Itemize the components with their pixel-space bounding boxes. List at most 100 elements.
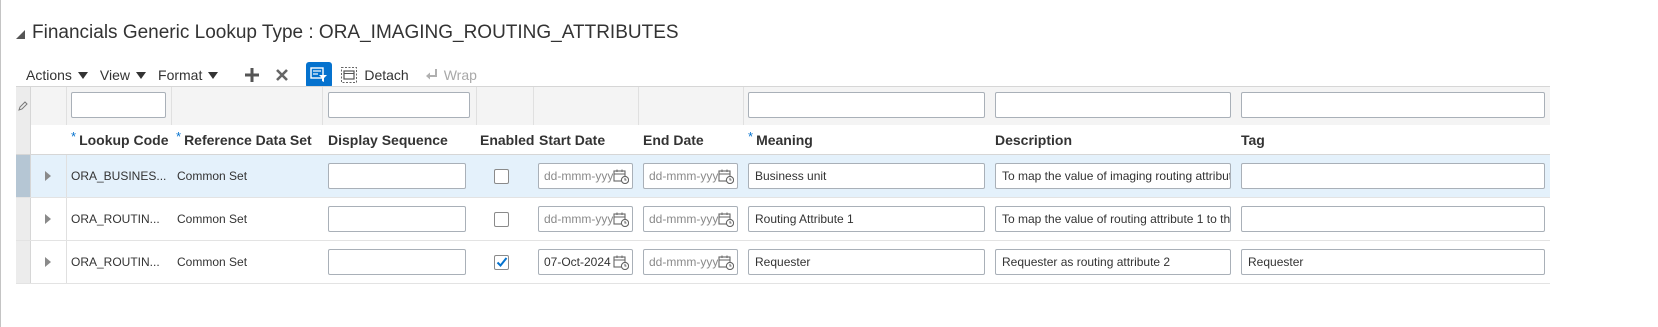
tag-input[interactable]: Requester [1241, 249, 1545, 275]
display-sequence-input[interactable] [328, 163, 466, 189]
detach-label: Detach [364, 67, 409, 83]
table-row[interactable]: ORA_ROUTIN... Common Set 07-Oct-2024 dd-… [16, 241, 1550, 284]
meaning-input[interactable]: Business unit [748, 163, 985, 189]
row-gutter [16, 155, 31, 197]
enabled-checkbox[interactable] [494, 255, 509, 270]
start-date-value: dd-mmm-yyyy [544, 212, 613, 226]
column-header-end-date[interactable]: End Date [643, 125, 704, 154]
table-row[interactable]: ORA_BUSINES... Common Set dd-mmm-yyyy dd… [16, 155, 1550, 198]
row-expander[interactable] [30, 198, 67, 240]
format-menu-label: Format [158, 67, 203, 83]
filter-display-sequence[interactable] [328, 92, 470, 118]
section-title: Financials Generic Lookup Type : ORA_IMA… [32, 22, 679, 43]
wrap-label: Wrap [443, 67, 477, 83]
required-indicator: * [748, 129, 754, 144]
calendar-icon[interactable] [718, 168, 734, 184]
description-input[interactable]: To map the value of routing attribute 1 … [995, 206, 1231, 232]
calendar-icon[interactable] [613, 254, 629, 270]
tag-input[interactable] [1241, 206, 1545, 232]
column-header-display-sequence[interactable]: Display Sequence [328, 125, 448, 154]
row-expander[interactable] [30, 155, 67, 197]
view-menu[interactable]: View [99, 67, 147, 83]
column-header-tag[interactable]: Tag [1241, 125, 1265, 154]
end-date-value: dd-mmm-yyyy [649, 169, 718, 183]
column-header-start-date[interactable]: Start Date [539, 125, 605, 154]
expand-triangle-icon [45, 257, 51, 267]
column-header-label: Reference Data Set [184, 131, 312, 148]
column-header-lookup-code[interactable]: * Lookup Code [71, 125, 169, 154]
chevron-down-icon [208, 71, 219, 79]
column-header-description[interactable]: Description [995, 125, 1072, 154]
column-header-label: Lookup Code [79, 131, 169, 148]
calendar-icon[interactable] [718, 254, 734, 270]
section-header[interactable]: Financials Generic Lookup Type : ORA_IMA… [16, 20, 679, 46]
collapse-triangle-icon[interactable] [16, 30, 25, 39]
display-sequence-input[interactable] [328, 249, 466, 275]
plus-icon[interactable] [242, 65, 262, 85]
column-header-row: * Lookup Code * Reference Data Set Displ… [16, 125, 1550, 155]
start-date-input[interactable]: dd-mmm-yyyy [538, 206, 633, 232]
reference-data-set-cell: Common Set [177, 212, 248, 226]
calendar-icon[interactable] [718, 211, 734, 227]
filter-lookup-code[interactable] [71, 92, 166, 118]
end-date-input[interactable]: dd-mmm-yyyy [643, 206, 738, 232]
start-date-value: 07-Oct-2024 [544, 255, 611, 269]
end-date-value: dd-mmm-yyyy [649, 212, 718, 226]
start-date-input[interactable]: dd-mmm-yyyy [538, 163, 633, 189]
description-input[interactable]: To map the value of imaging routing attr… [995, 163, 1231, 189]
format-menu[interactable]: Format [158, 67, 219, 83]
start-date-value: dd-mmm-yyyy [544, 169, 613, 183]
filter-description[interactable] [995, 92, 1231, 118]
row-expander[interactable] [30, 241, 67, 283]
checkmark-icon [496, 257, 508, 267]
reference-data-set-cell: Common Set [177, 169, 248, 183]
lookup-code-cell: ORA_ROUTIN... [71, 212, 160, 226]
chevron-down-icon [77, 71, 88, 79]
expand-triangle-icon [45, 171, 51, 181]
required-indicator: * [176, 129, 182, 144]
view-menu-label: View [99, 67, 131, 83]
enabled-checkbox[interactable] [494, 169, 509, 184]
query-by-example-icon[interactable] [306, 62, 333, 88]
display-sequence-input[interactable] [328, 206, 466, 232]
table-row[interactable]: ORA_ROUTIN... Common Set dd-mmm-yyyy dd-… [16, 198, 1550, 241]
end-date-input[interactable]: dd-mmm-yyyy [643, 249, 738, 275]
column-header-label: Enabled [480, 131, 535, 148]
tag-input[interactable] [1241, 163, 1545, 189]
calendar-icon[interactable] [613, 168, 629, 184]
detach-icon [341, 67, 358, 83]
end-date-input[interactable]: dd-mmm-yyyy [643, 163, 738, 189]
row-gutter [16, 125, 31, 154]
meaning-input[interactable]: Routing Attribute 1 [748, 206, 985, 232]
expand-triangle-icon [45, 214, 51, 224]
detach-button[interactable]: Detach [340, 66, 409, 84]
end-date-value: dd-mmm-yyyy [649, 255, 718, 269]
column-header-meaning[interactable]: * Meaning [748, 125, 813, 154]
description-input[interactable]: Requester as routing attribute 2 [995, 249, 1231, 275]
wrap-arrow-icon [425, 69, 437, 80]
enabled-checkbox[interactable] [494, 212, 509, 227]
wrap-button[interactable]: Wrap [425, 67, 477, 83]
pencil-icon [18, 101, 28, 111]
lookup-codes-table: * Lookup Code * Reference Data Set Displ… [16, 86, 1550, 284]
lookup-code-cell: ORA_ROUTIN... [71, 255, 160, 269]
column-header-label: End Date [643, 131, 704, 148]
filter-meaning[interactable] [748, 92, 985, 118]
column-header-label: Description [995, 131, 1073, 148]
start-date-input[interactable]: 07-Oct-2024 [538, 249, 633, 275]
table-toolbar: Actions View Format Detach Wrap [26, 61, 477, 89]
column-header-enabled[interactable]: Enabled [480, 125, 534, 154]
lookup-code-cell: ORA_BUSINES... [71, 169, 167, 183]
filter-tag[interactable] [1241, 92, 1545, 118]
meaning-input[interactable]: Requester [748, 249, 985, 275]
row-gutter [16, 241, 31, 283]
required-indicator: * [71, 129, 77, 144]
actions-menu[interactable]: Actions [26, 67, 88, 83]
calendar-icon[interactable] [613, 211, 629, 227]
column-header-label: Meaning [756, 131, 813, 148]
column-header-reference-data-set[interactable]: * Reference Data Set [176, 125, 312, 154]
row-gutter [16, 87, 31, 125]
actions-menu-label: Actions [26, 67, 72, 83]
query-by-example-row [16, 87, 1550, 126]
close-x-icon[interactable] [272, 65, 292, 85]
